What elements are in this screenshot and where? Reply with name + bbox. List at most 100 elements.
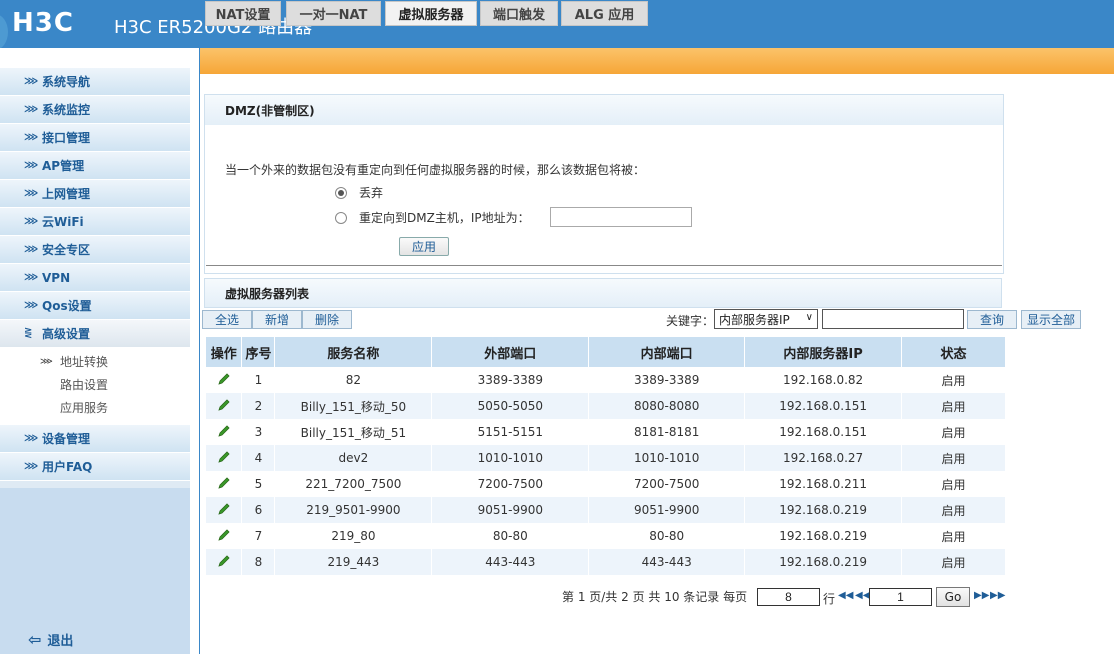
tab-port-trigger[interactable]: 端口触发 [480, 1, 558, 26]
tab-nat[interactable]: NAT设置 [205, 1, 281, 26]
edit-cell[interactable] [206, 419, 243, 445]
select-all-button[interactable]: 全选 [202, 310, 252, 329]
sidebar-item-internet[interactable]: ⋙ 上网管理 [0, 180, 190, 208]
edit-pencil-icon [218, 528, 230, 541]
cell: 启用 [901, 471, 1006, 497]
cell: 2 [241, 393, 276, 419]
page-number-input[interactable] [869, 588, 932, 606]
chevron-right-icon: ⋙ [24, 461, 39, 472]
sidebar-item-cloud-wifi[interactable]: ⋙ 云WiFi [0, 208, 190, 236]
sidebar-subitem-nat[interactable]: ⋙ 地址转换 [0, 350, 190, 373]
cell: 9051-9900 [588, 497, 746, 523]
header-decoration [0, 14, 8, 50]
sidebar-item-faq[interactable]: ⋙ 用户FAQ [0, 453, 190, 481]
go-button[interactable]: Go [936, 587, 970, 607]
add-button[interactable]: 新增 [252, 310, 302, 329]
cell: 7 [241, 523, 276, 549]
cell: 219_443 [274, 549, 433, 575]
edit-cell[interactable] [206, 471, 243, 497]
cell: 221_7200_7500 [274, 471, 433, 497]
cell: 8181-8181 [588, 419, 746, 445]
edit-cell[interactable] [206, 367, 243, 393]
sidebar-submenu: ⋙ 地址转换 路由设置 应用服务 [0, 348, 190, 425]
column-header: 内部服务器IP [744, 337, 903, 367]
edit-pencil-icon [218, 476, 230, 489]
edit-pencil-icon [218, 450, 230, 463]
table-row: 7 219_80 80-80 80-80 192.168.0.219 启用 [206, 523, 1006, 549]
keyword-select[interactable]: 内部服务器IP ∨ [714, 309, 818, 329]
radio-redirect[interactable]: 重定向到DMZ主机，IP地址为： [335, 209, 530, 226]
column-header: 状态 [901, 337, 1006, 367]
tab-alg[interactable]: ALG 应用 [561, 1, 648, 26]
column-header: 序号 [241, 337, 276, 367]
logout-button[interactable]: ⇦ 退出 [28, 630, 73, 649]
dmz-title: DMZ(非管制区) [205, 95, 1003, 125]
sidebar-item-advanced[interactable]: ⋛ 高级设置 [0, 320, 190, 348]
cell: dev2 [274, 445, 433, 471]
table-row: 4 dev2 1010-1010 1010-1010 192.168.0.27 … [206, 445, 1006, 471]
cell: 5151-5151 [431, 419, 590, 445]
table-row: 1 82 3389-3389 3389-3389 192.168.0.82 启用 [206, 367, 1006, 393]
sidebar-item-ap[interactable]: ⋙ AP管理 [0, 152, 190, 180]
table-header-row: 操作 序号 服务名称 外部端口 内部端口 内部服务器IP 状态 [206, 337, 1006, 367]
dmz-ip-input[interactable] [550, 207, 692, 227]
radio-selected-icon [335, 186, 347, 199]
cell: 9051-9900 [431, 497, 590, 523]
sidebar-item-system-nav[interactable]: ⋙ 系统导航 [0, 68, 190, 96]
cell: 6 [241, 497, 276, 523]
column-header: 服务名称 [274, 337, 433, 367]
cell: 1 [241, 367, 276, 393]
sidebar-item-system-monitor[interactable]: ⋙ 系统监控 [0, 96, 190, 124]
tab-bar [200, 48, 1114, 74]
cell: 192.168.0.219 [744, 497, 903, 523]
chevron-right-icon: ⋙ [40, 356, 53, 367]
cell: 8 [241, 549, 276, 575]
cell: 80-80 [431, 523, 590, 549]
sidebar-subitem-routing[interactable]: 路由设置 [0, 373, 190, 396]
cell: 443-443 [588, 549, 746, 575]
delete-button[interactable]: 删除 [302, 310, 352, 329]
radio-drop[interactable]: 丢弃 [335, 184, 383, 201]
edit-cell[interactable] [206, 549, 243, 575]
cell: 192.168.0.151 [744, 393, 903, 419]
chevron-right-icon: ⋙ [24, 433, 39, 444]
cell: 443-443 [431, 549, 590, 575]
table-row: 3 Billy_151_移动_51 5151-5151 8181-8181 19… [206, 419, 1006, 445]
sidebar-item-device[interactable]: ⋙ 设备管理 [0, 425, 190, 453]
last-page-icon[interactable]: ▶▶ [990, 590, 1005, 601]
cell: 启用 [901, 523, 1006, 549]
keyword-input[interactable] [822, 309, 964, 329]
cell: 启用 [901, 497, 1006, 523]
edit-cell[interactable] [206, 523, 243, 549]
cell: 5 [241, 471, 276, 497]
show-all-button[interactable]: 显示全部 [1021, 310, 1081, 329]
next-page-icon[interactable]: ▶▶ [974, 590, 989, 601]
cell: 7200-7500 [588, 471, 746, 497]
sidebar-item-security[interactable]: ⋙ 安全专区 [0, 236, 190, 264]
column-header: 内部端口 [588, 337, 746, 367]
edit-cell[interactable] [206, 497, 243, 523]
cell: 3389-3389 [588, 367, 746, 393]
cell: 启用 [901, 445, 1006, 471]
per-page-input[interactable] [757, 588, 820, 606]
cell: 4 [241, 445, 276, 471]
pager-summary: 第 1 页/共 2 页 共 10 条记录 每页 [562, 590, 748, 604]
sidebar-subitem-app-service[interactable]: 应用服务 [0, 396, 190, 419]
search-button[interactable]: 查询 [967, 310, 1017, 329]
first-page-icon[interactable]: ◀◀ [838, 590, 853, 601]
chevron-right-icon: ⋙ [24, 132, 39, 143]
cell: 启用 [901, 393, 1006, 419]
sidebar-item-qos[interactable]: ⋙ Qos设置 [0, 292, 190, 320]
sidebar-item-vpn[interactable]: ⋙ VPN [0, 264, 190, 292]
cell: Billy_151_移动_50 [274, 393, 433, 419]
tab-one-to-one-nat[interactable]: 一对一NAT [286, 1, 381, 26]
tab-virtual-server[interactable]: 虚拟服务器 [385, 1, 477, 26]
cell: 1010-1010 [588, 445, 746, 471]
cell: 192.168.0.219 [744, 523, 903, 549]
edit-pencil-icon [218, 554, 230, 567]
sidebar-item-interface[interactable]: ⋙ 接口管理 [0, 124, 190, 152]
edit-pencil-icon [218, 398, 230, 411]
edit-cell[interactable] [206, 393, 243, 419]
edit-cell[interactable] [206, 445, 243, 471]
apply-button[interactable]: 应用 [399, 237, 449, 256]
